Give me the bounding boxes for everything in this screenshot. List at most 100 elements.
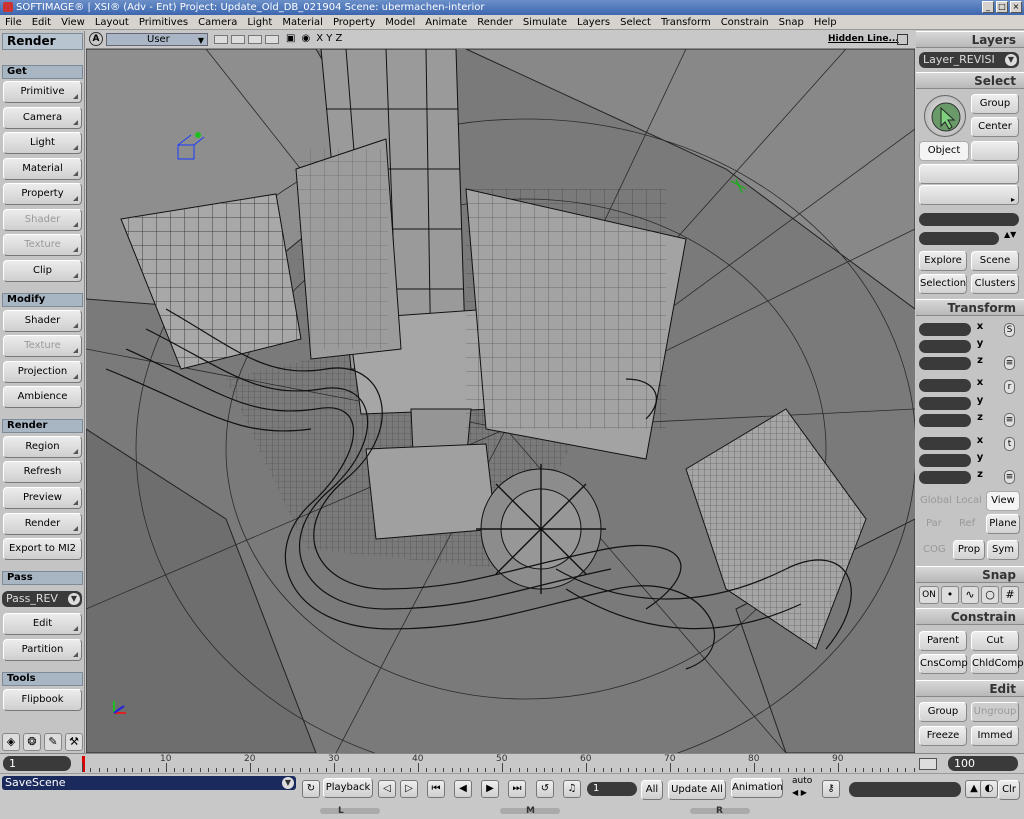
menu-render[interactable]: Render <box>472 15 518 29</box>
playback-menu[interactable]: Playback <box>323 778 373 798</box>
memo-slot-1[interactable] <box>214 35 228 44</box>
sym-toggle[interactable]: Sym <box>987 540 1019 560</box>
menu-property[interactable]: Property <box>328 15 380 29</box>
maximize-viewport-icon[interactable] <box>897 34 908 45</box>
timeline-scale-icon[interactable] <box>919 758 937 770</box>
layers-header[interactable]: Layers <box>916 31 1024 48</box>
edit-header[interactable]: Edit <box>916 680 1024 697</box>
scale-x-field[interactable] <box>919 323 971 336</box>
axis-z-label[interactable]: z <box>975 412 985 423</box>
render-render-button[interactable]: Render <box>3 513 82 535</box>
keyframe-field[interactable] <box>849 782 961 797</box>
plane-mode-button[interactable]: Plane <box>986 514 1020 534</box>
render-region-button[interactable]: Region <box>3 436 82 458</box>
menu-simulate[interactable]: Simulate <box>518 15 572 29</box>
selection-filter-field[interactable] <box>919 232 999 245</box>
global-mode-button[interactable]: Global <box>920 495 952 506</box>
explore-button[interactable]: Explore <box>919 251 967 271</box>
par-mode-button[interactable]: Par <box>926 518 942 529</box>
menu-primitives[interactable]: Primitives <box>134 15 193 29</box>
audio-icon[interactable]: ♫ <box>563 780 581 798</box>
freeze-button[interactable]: Freeze <box>919 726 967 746</box>
pass-dropdown[interactable]: Pass_REV ▼ <box>2 591 82 607</box>
spin-right-icon[interactable]: ◐ <box>980 780 998 798</box>
pass-edit-button[interactable]: Edit <box>3 613 82 635</box>
menu-constrain[interactable]: Constrain <box>716 15 774 29</box>
translate-x-field[interactable] <box>919 437 971 450</box>
axis-label[interactable]: X Y Z <box>316 32 342 46</box>
render-export-mi2-button[interactable]: Export to MI2 <box>3 538 82 560</box>
get-clip-button[interactable]: Clip <box>3 260 82 282</box>
parent-button[interactable]: Parent <box>919 631 967 651</box>
rotate-z-field[interactable] <box>919 414 971 427</box>
tools-flipbook-button[interactable]: Flipbook <box>3 689 82 711</box>
constrain-header[interactable]: Constrain <box>916 608 1024 625</box>
snap-grid-icon[interactable]: # <box>1001 586 1019 604</box>
clusters-button[interactable]: Clusters <box>971 274 1019 294</box>
ref-mode-button[interactable]: Ref <box>959 518 975 529</box>
snap-surface-icon[interactable]: ○ <box>981 586 999 604</box>
axis-y-label[interactable]: y <box>975 338 985 349</box>
eye-icon[interactable]: ◉ <box>301 32 310 46</box>
menu-model[interactable]: Model <box>380 15 420 29</box>
selection-name-field[interactable] <box>919 213 1019 226</box>
axis-y-label[interactable]: y <box>975 452 985 463</box>
camera-dropdown[interactable]: User ▼ <box>106 33 208 46</box>
viewport-letter[interactable]: A <box>89 32 103 46</box>
render-refresh-button[interactable]: Refresh <box>3 461 82 483</box>
edit-group-button[interactable]: Group <box>919 702 967 722</box>
get-texture-button[interactable]: Texture <box>3 234 82 256</box>
scene-button[interactable]: Scene <box>971 251 1019 271</box>
close-button[interactable]: × <box>1010 1 1022 13</box>
modify-ambience-button[interactable]: Ambience <box>3 386 82 408</box>
menu-snap[interactable]: Snap <box>774 15 809 29</box>
first-frame-icon[interactable]: ⏮ <box>427 780 445 798</box>
menu-help[interactable]: Help <box>809 15 842 29</box>
render-toolbar-icon[interactable]: ❂ <box>23 733 41 751</box>
play-icon[interactable]: ▶ <box>481 780 499 798</box>
get-property-button[interactable]: Property <box>3 183 82 205</box>
axis-x-label[interactable]: x <box>975 377 985 388</box>
current-frame-field[interactable]: 1 <box>587 782 637 796</box>
command-line[interactable]: SaveScene ▼ <box>2 776 296 790</box>
modify-texture-button[interactable]: Texture <box>3 335 82 357</box>
maximize-button[interactable]: □ <box>996 1 1008 13</box>
snap-curve-icon[interactable]: ∿ <box>961 586 979 604</box>
all-button[interactable]: All <box>641 780 663 800</box>
modify-projection-button[interactable]: Projection <box>3 361 82 383</box>
snap-point-icon[interactable]: • <box>941 586 959 604</box>
get-light-button[interactable]: Light <box>3 132 82 154</box>
rotate-tool-icon[interactable]: r <box>1004 380 1015 394</box>
minimize-button[interactable]: _ <box>982 1 994 13</box>
view-mode-button[interactable]: View <box>986 491 1020 511</box>
menu-view[interactable]: View <box>56 15 90 29</box>
snap-on-toggle[interactable]: ON <box>919 586 939 604</box>
layer-dropdown[interactable]: Layer_REVISI ▼ <box>919 52 1019 68</box>
chldcomp-button[interactable]: ChldComp <box>971 654 1024 674</box>
camera-icon[interactable]: ▣ <box>286 32 295 46</box>
translate-y-field[interactable] <box>919 454 971 467</box>
next-key-icon[interactable]: ▷ <box>400 780 418 798</box>
menu-material[interactable]: Material <box>277 15 328 29</box>
selection-button[interactable]: Selection <box>919 274 967 294</box>
clear-button[interactable]: Clr <box>998 780 1020 800</box>
menu-light[interactable]: Light <box>242 15 277 29</box>
scale-z-field[interactable] <box>919 357 971 370</box>
toolbar-title[interactable]: Render <box>2 33 83 50</box>
rotate-y-field[interactable] <box>919 397 971 410</box>
select-blank-button[interactable] <box>971 141 1019 161</box>
last-frame-icon[interactable]: ⏭ <box>508 780 526 798</box>
rotate-options-icon[interactable]: ≡ <box>1004 413 1015 427</box>
get-primitive-button[interactable]: Primitive <box>3 81 82 103</box>
menu-transform[interactable]: Transform <box>656 15 716 29</box>
cog-toggle[interactable]: COG <box>923 544 946 555</box>
key-icon[interactable]: ⚷ <box>822 780 840 798</box>
menu-layout[interactable]: Layout <box>90 15 134 29</box>
3d-viewport[interactable] <box>86 49 915 753</box>
memo-slot-4[interactable] <box>265 35 279 44</box>
select-filter-button[interactable] <box>919 164 1019 184</box>
translate-options-icon[interactable]: ≡ <box>1004 470 1015 484</box>
loop-icon[interactable]: ↺ <box>536 780 554 798</box>
pass-partition-button[interactable]: Partition <box>3 639 82 661</box>
menu-layers[interactable]: Layers <box>572 15 615 29</box>
